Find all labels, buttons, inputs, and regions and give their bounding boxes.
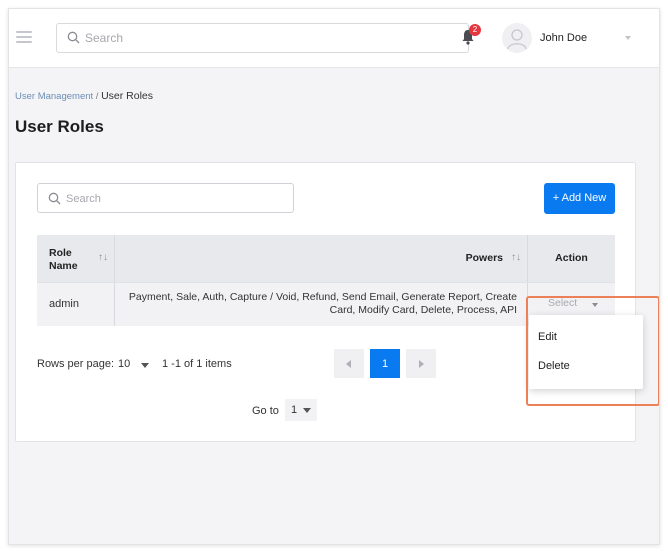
- roles-card: + Add New Role Name ↑↓ Powers ↑↓ Action: [15, 162, 636, 442]
- avatar[interactable]: [502, 23, 532, 53]
- role-name-label-line1: Role: [49, 247, 72, 259]
- goto-page-select[interactable]: 1: [285, 399, 317, 421]
- table-header: Role Name ↑↓ Powers ↑↓ Action: [37, 235, 615, 282]
- role-name: admin: [49, 298, 79, 310]
- column-header-powers[interactable]: Powers ↑↓: [115, 235, 528, 282]
- menu-item-edit[interactable]: Edit: [529, 323, 643, 351]
- rows-per-page-label: Rows per page:: [37, 358, 115, 370]
- top-header: 2 John Doe: [9, 9, 659, 68]
- powers-label: Powers: [465, 252, 503, 264]
- powers-line: Card, Modify Card, Delete, Process, API: [329, 304, 517, 316]
- roles-search[interactable]: [37, 183, 294, 213]
- action-label: Action: [555, 252, 588, 264]
- prev-page-button[interactable]: [334, 349, 364, 378]
- action-select[interactable]: Select: [548, 297, 608, 313]
- sort-icon[interactable]: ↑↓: [98, 252, 108, 263]
- column-header-role-name[interactable]: Role Name ↑↓: [37, 235, 115, 282]
- role-name-label-line2: Name: [49, 260, 78, 272]
- chevron-left-icon: [346, 360, 351, 368]
- chevron-right-icon: [419, 360, 424, 368]
- next-page-button[interactable]: [406, 349, 436, 378]
- app-window: 2 John Doe User Management / User Roles …: [8, 8, 660, 545]
- powers-text: Payment, Sale, Auth, Capture / Void, Ref…: [122, 291, 517, 317]
- caret-down-icon: [303, 408, 311, 413]
- notification-badge: 2: [469, 24, 481, 36]
- roles-table: Role Name ↑↓ Powers ↑↓ Action admin Paym…: [37, 235, 615, 326]
- search-icon: [48, 192, 61, 205]
- goto-value: 1: [291, 404, 298, 416]
- menu-item-delete[interactable]: Delete: [529, 352, 643, 380]
- chevron-down-icon[interactable]: [625, 36, 631, 40]
- page-title: User Roles: [15, 117, 104, 136]
- breadcrumb: User Management / User Roles: [15, 90, 153, 102]
- powers-line: Payment, Sale, Auth, Capture / Void, Ref…: [128, 291, 517, 303]
- global-search-input[interactable]: [85, 29, 455, 47]
- breadcrumb-separator: /: [95, 91, 99, 102]
- action-select-placeholder: Select: [548, 297, 578, 309]
- global-search[interactable]: [56, 23, 469, 53]
- cell-role: admin: [37, 283, 115, 326]
- breadcrumb-parent[interactable]: User Management: [15, 91, 93, 102]
- user-name[interactable]: John Doe: [540, 32, 587, 44]
- search-icon: [67, 31, 80, 44]
- menu-icon[interactable]: [16, 31, 32, 43]
- breadcrumb-current: User Roles: [101, 90, 154, 102]
- add-new-button[interactable]: + Add New: [544, 183, 615, 214]
- column-header-action: Action: [528, 235, 615, 282]
- user-icon: [507, 29, 527, 50]
- roles-search-input[interactable]: [66, 190, 286, 208]
- rows-per-page-select[interactable]: 10: [118, 358, 130, 370]
- action-dropdown-menu: Edit Delete: [529, 315, 643, 389]
- caret-down-icon[interactable]: [141, 363, 149, 368]
- chevron-down-icon: [592, 303, 598, 307]
- sort-icon[interactable]: ↑↓: [511, 252, 521, 263]
- cell-powers: Payment, Sale, Auth, Capture / Void, Ref…: [115, 283, 528, 326]
- goto-label: Go to: [252, 405, 279, 417]
- page-button-current[interactable]: 1: [370, 349, 400, 378]
- items-range: 1 -1 of 1 items: [162, 358, 232, 370]
